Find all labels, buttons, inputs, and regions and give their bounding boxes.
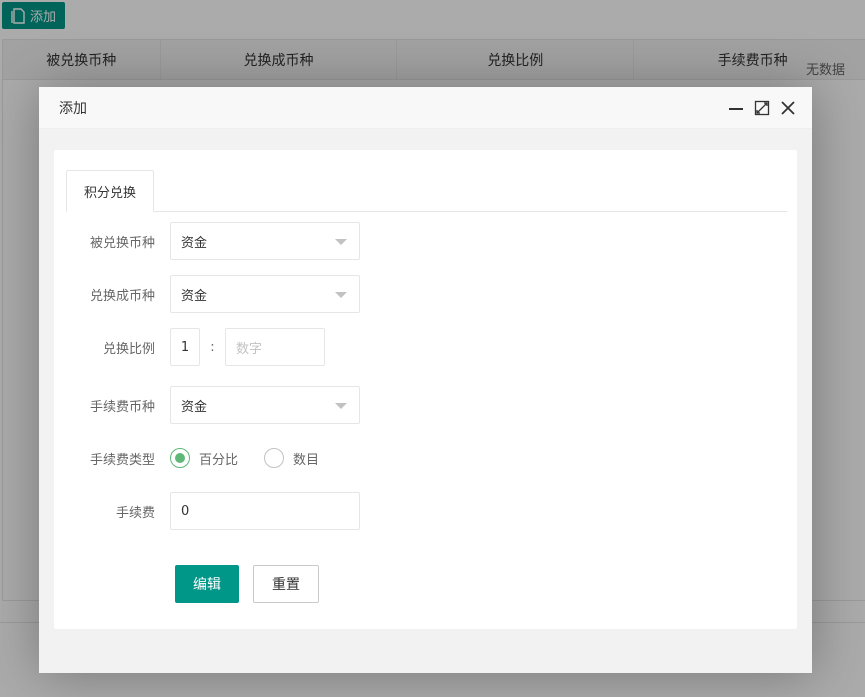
dropdown-caret-icon [335,292,347,298]
radio-checked-icon [170,448,190,468]
row-fee-type: 手续费类型 百分比 数目 [54,439,797,477]
dialog-header[interactable]: 添加 [39,87,812,129]
fee-currency-label: 手续费币种 [89,399,155,415]
fee-label: 手续费 [115,505,155,521]
add-dialog: 添加 积分兑换 被兑换币种 资金 兑换成币种 资金 兑换比例 1: 数字 手续… [39,87,812,673]
tab-points-exchange[interactable]: 积分兑换 [66,170,155,212]
from-currency-select[interactable]: 资金 [170,222,360,260]
edit-button[interactable]: 编辑 [175,565,239,603]
fee-currency-value: 资金 [181,399,208,415]
row-fee-currency: 手续费币种 资金 [54,386,797,424]
ratio-right-input[interactable]: 数字 [225,328,325,366]
fee-type-radio-amount[interactable]: 数目 [264,448,319,468]
row-fee: 手续费 0 [54,492,797,530]
ratio-label: 兑换比例 [102,341,155,357]
reset-button[interactable]: 重置 [253,565,319,603]
row-from-currency: 被兑换币种 资金 [54,222,797,260]
ratio-right-placeholder: 数字 [236,341,263,357]
dialog-title: 添加 [59,100,87,117]
row-actions: 编辑 重置 [54,565,797,603]
fee-input[interactable]: 0 [170,492,360,530]
fee-type-percent-label: 百分比 [199,452,239,468]
radio-unchecked-icon [264,448,285,468]
to-currency-select[interactable]: 资金 [170,275,360,313]
ratio-separator: : [210,339,215,355]
dropdown-caret-icon [335,403,347,409]
to-currency-label: 兑换成币种 [89,288,155,304]
fee-type-radio-percent[interactable]: 百分比 [170,448,238,468]
fee-value: 0 [181,503,190,519]
dialog-controls [728,100,796,116]
maximize-icon[interactable] [754,100,770,116]
minimize-icon[interactable] [728,100,744,116]
fee-type-label: 手续费类型 [89,452,155,468]
from-currency-value: 资金 [181,235,208,251]
fee-currency-select[interactable]: 资金 [170,386,360,424]
from-currency-label: 被兑换币种 [89,235,155,251]
form-card: 积分兑换 被兑换币种 资金 兑换成币种 资金 兑换比例 1 : 数字 手续费币种… [54,150,797,629]
fee-type-amount-label: 数目 [293,452,320,468]
dropdown-caret-icon [335,239,347,245]
tab-bar: 积分兑换 [66,170,787,212]
row-ratio: 兑换比例 1 : 数字 [54,328,797,366]
to-currency-value: 资金 [181,288,208,304]
row-to-currency: 兑换成币种 资金 [54,275,797,313]
ratio-left-value: 1 [180,339,190,355]
close-icon[interactable] [780,100,796,116]
ratio-left-input[interactable]: 1 [170,328,200,366]
